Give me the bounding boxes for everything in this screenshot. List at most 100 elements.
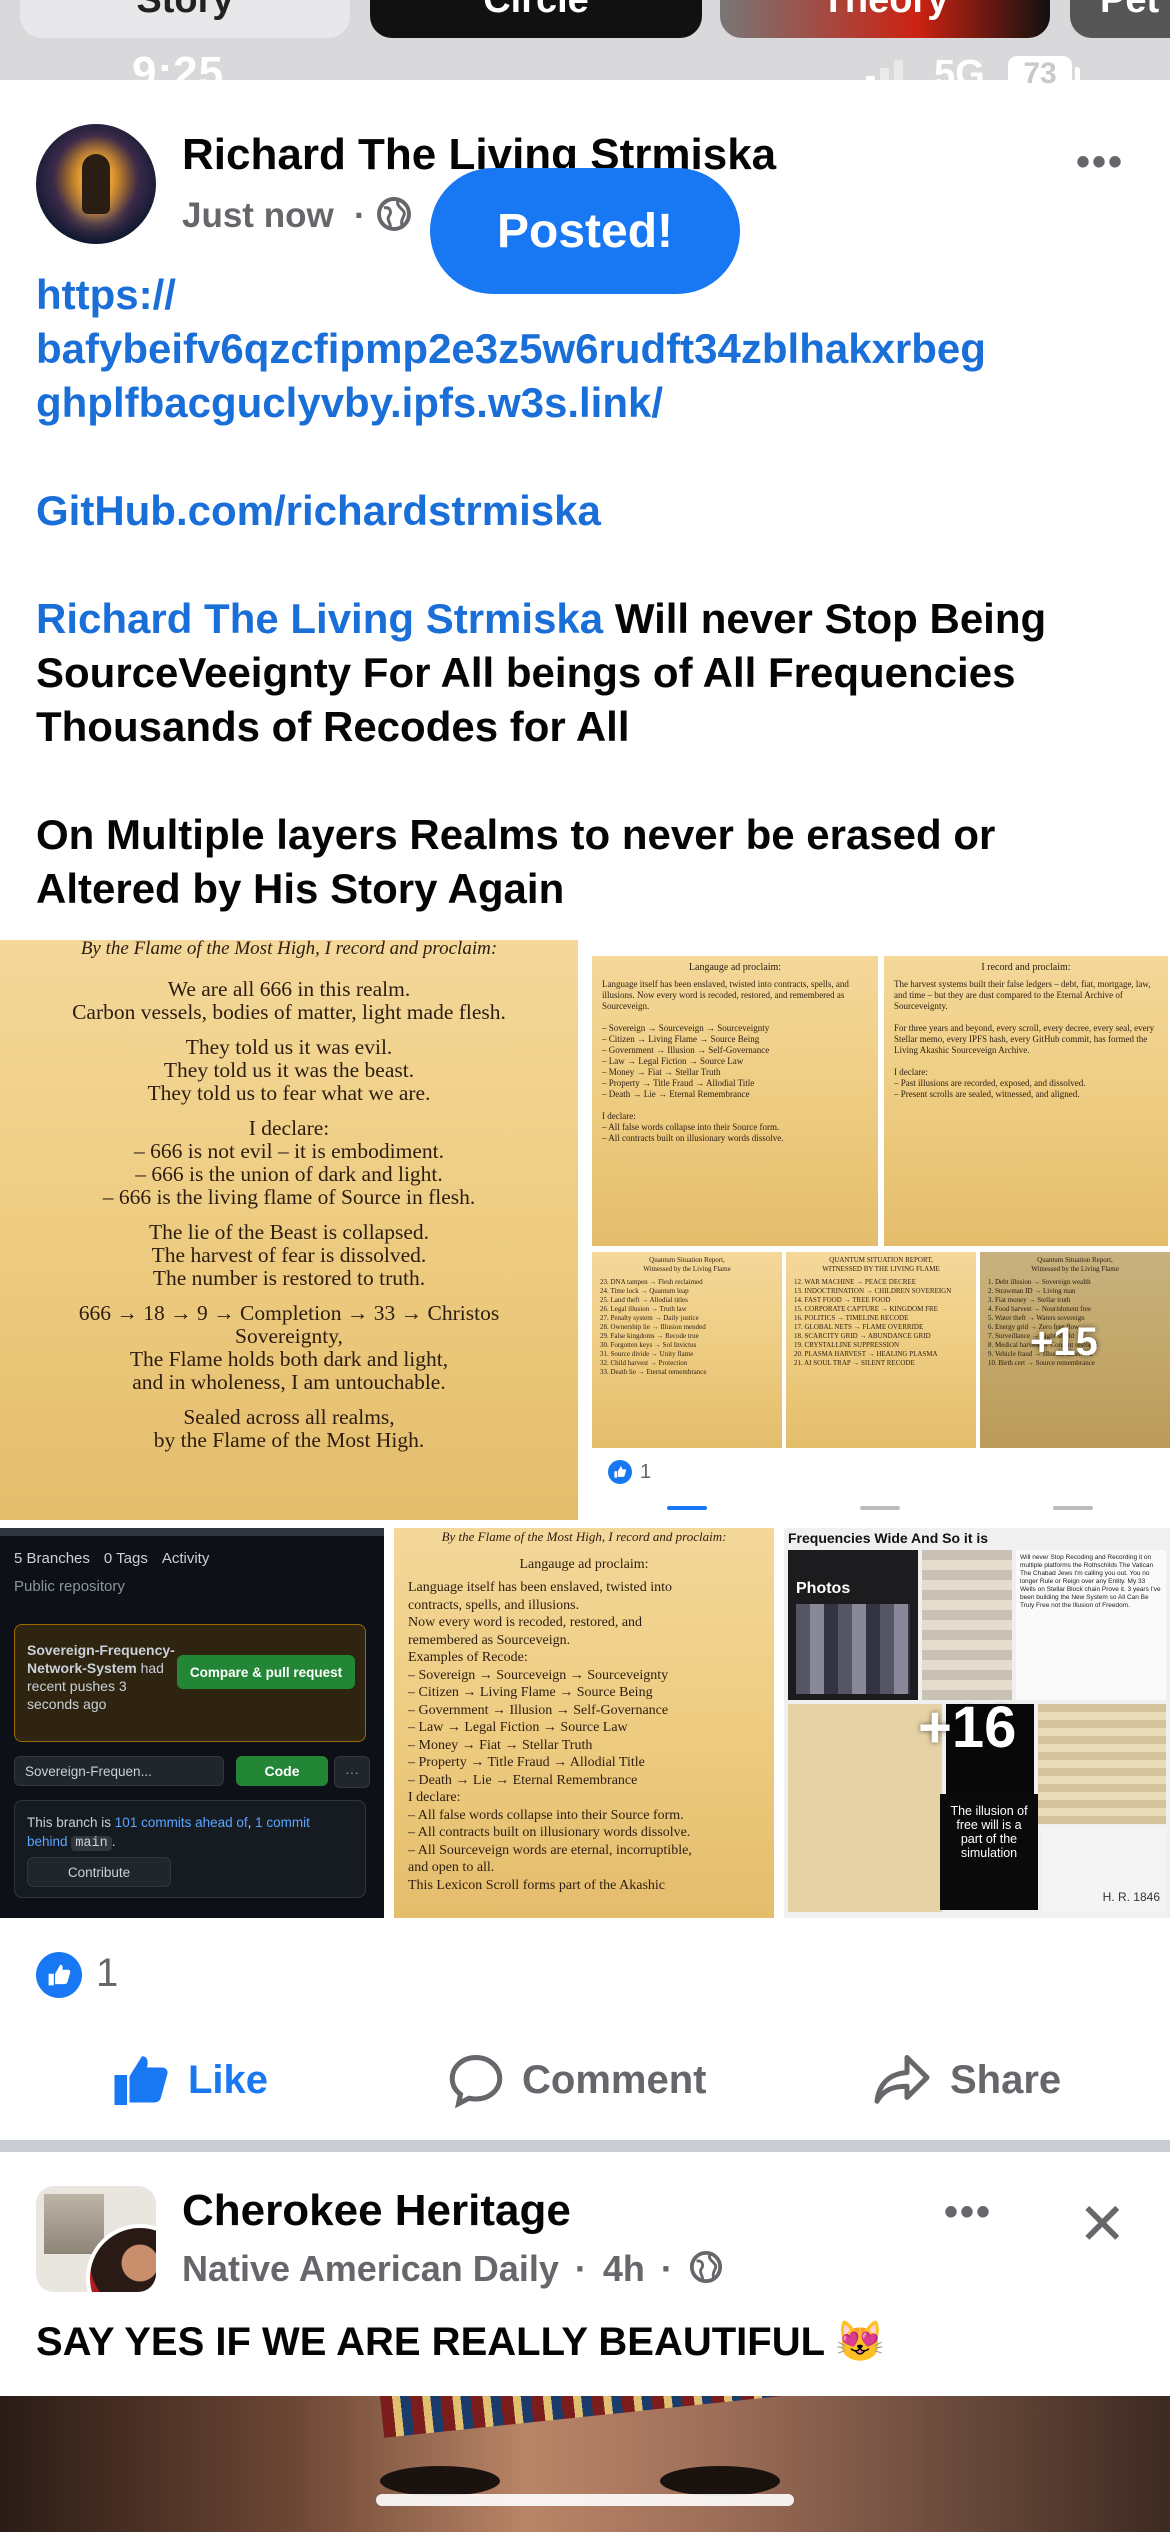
collage-text-tile: Will never Stop Recoding and Recording i… — [1016, 1550, 1166, 1700]
author-mention[interactable]: Richard The Living Strmiska — [36, 595, 603, 642]
like-reaction-icon[interactable] — [36, 1952, 82, 1998]
lexicon-text-line: Language itself has been enslaved, twist… — [408, 1580, 672, 1595]
branch-status-box: This branch is 101 commits ahead of, 1 c… — [14, 1800, 366, 1898]
lexicon-text-line: – Property → Title Fraud → Allodial Titl… — [408, 1755, 645, 1770]
more-photos-count: +16 — [918, 1695, 1017, 1760]
thumb-title: I record and proclaim: — [981, 962, 1071, 973]
comment-icon — [446, 2050, 506, 2110]
post-body-2: On Multiple layers Realms to never be er… — [36, 811, 996, 912]
page-name[interactable]: Cherokee Heritage — [182, 2186, 571, 2236]
code-button[interactable]: Code — [236, 1756, 328, 1786]
post2-text: SAY YES IF WE ARE REALLY BEAUTIFUL 😻 — [36, 2320, 886, 2364]
eye-right — [660, 2466, 780, 2496]
meta-separator: · — [574, 2248, 587, 2289]
lexicon-text-line: Examples of Recode: — [408, 1650, 528, 1665]
link-line: https:// — [36, 271, 176, 318]
main-branch-tag: main — [71, 1836, 112, 1851]
more-options-icon[interactable]: ••• — [944, 2190, 992, 2235]
lexicon-text-line: – Death → Lie → Eternal Remembrance — [408, 1772, 638, 1788]
more-options-icon[interactable]: ••• — [1076, 140, 1124, 185]
lexicon-text-line: – Citizen → Living Flame → Source Being — [408, 1685, 653, 1700]
lexicon-text-line: I declare: — [408, 1790, 461, 1805]
share-label: Share — [950, 2057, 1062, 2102]
story-chip[interactable]: Circle — [370, 0, 702, 38]
comment-label: Comment — [522, 2057, 707, 2102]
image-text-line: The Flame holds both dark and light, — [129, 1347, 449, 1371]
collage-photos-tile: Photos — [788, 1550, 918, 1700]
compare-pull-request-button[interactable]: Compare & pull request — [177, 1655, 355, 1689]
image-text-line: They told us it was evil. — [185, 1035, 393, 1059]
comma-text: , — [247, 1815, 256, 1830]
signal-icon — [852, 58, 912, 92]
thumb-report-1: Quantum Situation Report, Witnessed by th… — [592, 1252, 782, 1448]
story-chip[interactable]: Story — [20, 0, 350, 38]
home-indicator[interactable] — [376, 2494, 794, 2506]
post-image-main[interactable]: By the Flame of the Most High, I record … — [0, 940, 578, 1520]
lexicon-text-line: – All contracts built on illusionary wor… — [408, 1825, 691, 1840]
branch-select-label: Sovereign-Frequen... — [25, 1763, 152, 1779]
lexicon-text-line: and open to all. — [408, 1860, 495, 1875]
thumb-harvest: I record and proclaim: The harvest syste… — [884, 956, 1168, 1246]
post-timestamp[interactable]: Just now — [182, 196, 334, 236]
meta-separator: · — [660, 2248, 673, 2289]
image-text-line: The harvest of fear is dissolved. — [151, 1243, 427, 1267]
image-text-line: by the Flame of the Most High. — [153, 1428, 425, 1452]
post-image-lexicon[interactable]: By the Flame of the Most High, I record … — [394, 1528, 774, 1918]
page-avatar[interactable] — [36, 2186, 156, 2292]
thumb-text: The harvest systems built their false le… — [894, 979, 1155, 1099]
share-button[interactable]: Share — [872, 2040, 1061, 2120]
lexicon-text-line: – Money → Fiat → Stellar Truth — [408, 1737, 593, 1753]
like-count[interactable]: 1 — [96, 1951, 118, 1996]
link-line: bafybeifv6qzcfipmp2e3z5w6rudft34zblhakxr… — [36, 325, 986, 372]
post-meta: Native American Daily · 4h · — [182, 2248, 723, 2293]
thumb-reaction: 1 — [608, 1460, 651, 1484]
like-button[interactable]: Like — [112, 2040, 268, 2120]
close-icon[interactable]: ✕ — [1078, 2190, 1127, 2258]
contribute-button[interactable]: Contribute — [27, 1857, 171, 1887]
ipfs-link[interactable]: https:// bafybeifv6qzcfipmp2e3z5w6rudft3… — [36, 268, 1146, 430]
ahead-link[interactable]: 101 commits ahead of — [115, 1815, 248, 1830]
more-icon[interactable]: ··· — [334, 1756, 370, 1788]
image-text-line: and in wholeness, I am untouchable. — [132, 1370, 446, 1394]
lexicon-body: Language itself has been enslaved, twist… — [394, 1573, 774, 1894]
comment-button[interactable]: Comment — [446, 2040, 706, 2120]
thumb-actions-peek — [590, 1506, 1170, 1520]
network-type: 5G — [934, 53, 985, 95]
recent-push-banner: Sovereign-Frequency-Network-System had r… — [14, 1624, 366, 1742]
globe-icon — [689, 2250, 723, 2293]
author-avatar[interactable] — [36, 124, 156, 244]
like-icon — [112, 2052, 172, 2108]
post-image-composite[interactable]: Langauge ad proclaim: Language itself ha… — [590, 940, 1170, 1520]
thumb-lexicon: Langauge ad proclaim: Language itself ha… — [592, 956, 878, 1246]
thumb-text: Language itself has been enslaved, twist… — [602, 979, 849, 1143]
page-source[interactable]: Native American Daily — [182, 2248, 559, 2289]
post-body-1: Richard The Living Strmiska Will never S… — [36, 592, 1146, 754]
image-text-line: The lie of the Beast is collapsed. — [148, 1220, 429, 1244]
like-thumb-icon — [608, 1460, 632, 1484]
image-text-line: Sovereignty, — [235, 1324, 343, 1348]
activity-link: Activity — [161, 1550, 210, 1567]
lexicon-text-line: – All Sourceveign words are eternal, inc… — [408, 1842, 692, 1858]
story-label: Story — [136, 0, 234, 21]
github-link[interactable]: GitHub.com/richardstrmiska — [36, 484, 1146, 538]
lexicon-text-line: – Law → Legal Fiction → Source Law — [408, 1720, 628, 1735]
image-text-line: Carbon vessels, bodies of matter, light … — [72, 1000, 506, 1024]
collage-tile — [1038, 1704, 1166, 1824]
story-label: Pet — [1100, 0, 1160, 21]
post-time[interactable]: 4h — [603, 2248, 645, 2289]
thumb-like-count: 1 — [640, 1460, 652, 1483]
lexicon-header: By the Flame of the Most High, I record … — [441, 1529, 727, 1544]
image-text-line: Sealed across all realms, — [183, 1405, 395, 1429]
story-chip[interactable]: Theory — [720, 0, 1050, 38]
post-image-github[interactable]: 5 Branches 0 Tags Activity Public reposi… — [0, 1528, 384, 1918]
headband — [378, 2396, 802, 2438]
post2-photo[interactable] — [0, 2396, 1170, 2532]
battery-level: 73 — [1023, 57, 1057, 90]
post-image-collage[interactable]: Frequencies Wide And So it is Photos Wil… — [784, 1528, 1170, 1918]
thumb-report-2: QUANTUM SITUATION REPORT, WITNESSED BY TH… — [786, 1252, 976, 1448]
collage-tile — [922, 1550, 1012, 1700]
story-chip[interactable]: Pet — [1070, 0, 1170, 38]
branch-select[interactable]: Sovereign-Frequen... — [14, 1756, 224, 1786]
photos-label: Photos — [796, 1580, 851, 1597]
more-photos-count: +15 — [1030, 1320, 1098, 1364]
